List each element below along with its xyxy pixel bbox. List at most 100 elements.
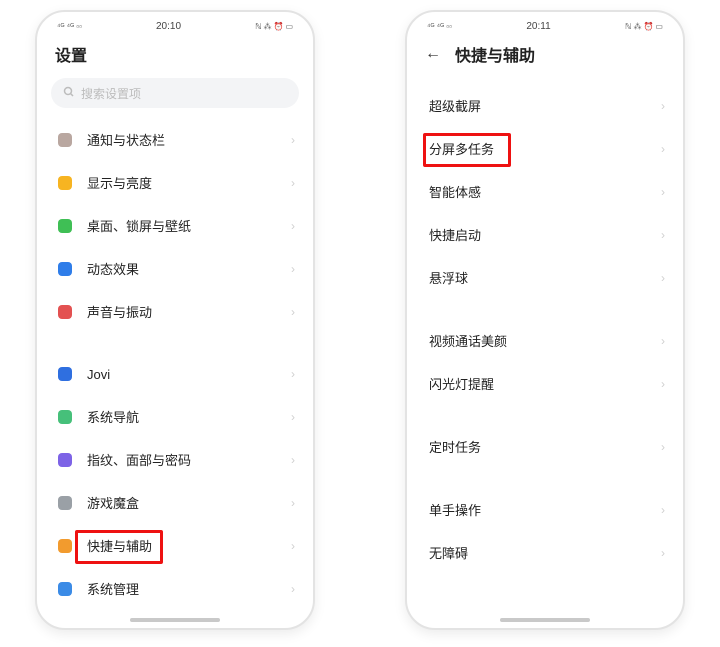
settings-item[interactable]: 游戏魔盒› — [43, 481, 307, 524]
home-indicator[interactable] — [500, 618, 590, 622]
settings-list: 通知与状态栏›显示与亮度›桌面、锁屏与壁纸›动态效果›声音与振动›Jovi›系统… — [37, 118, 313, 618]
status-time: 20:10 — [156, 21, 181, 32]
chevron-right-icon: › — [661, 271, 665, 285]
home-indicator[interactable] — [130, 618, 220, 622]
item-label: 系统管理 — [87, 579, 291, 598]
group-separator — [413, 468, 677, 488]
settings-item[interactable]: 智能体感› — [413, 170, 677, 213]
settings-item[interactable]: 单手操作› — [413, 488, 677, 531]
group-separator — [413, 405, 677, 425]
page-title: 设置 — [55, 42, 87, 66]
chevron-right-icon: › — [291, 582, 295, 596]
alarm-icon: ⏰ — [273, 22, 283, 31]
status-bar: ⁴ᴳ ⁴ᴳ ▫▫ 20:10 ℕ ⁂ ⏰ ▭ — [37, 12, 313, 36]
chevron-right-icon: › — [661, 228, 665, 242]
item-label: 动态效果 — [87, 259, 291, 278]
battery-icon: ▭ — [655, 22, 663, 31]
status-signal: ⁴ᴳ ⁴ᴳ ▫▫ — [427, 22, 452, 31]
chevron-right-icon: › — [661, 503, 665, 517]
settings-item[interactable]: 闪光灯提醒› — [413, 362, 677, 405]
item-label: 超级截屏 — [429, 96, 661, 115]
chevron-right-icon: › — [661, 334, 665, 348]
settings-item[interactable]: 超级截屏› — [413, 84, 677, 127]
nfc-icon: ℕ — [625, 22, 631, 31]
gear-icon — [53, 580, 77, 598]
group-separator — [413, 299, 677, 319]
group-separator — [43, 333, 307, 353]
search-placeholder: 搜索设置项 — [81, 85, 141, 102]
signal-icon: ⁴ᴳ ⁴ᴳ ▫▫ — [427, 22, 452, 31]
chevron-right-icon: › — [661, 546, 665, 560]
phone-right: ⁴ᴳ ⁴ᴳ ▫▫ 20:11 ℕ ⁂ ⏰ ▭ ← 快捷与辅助 超级截屏›分屏多任… — [405, 10, 685, 630]
item-label: 无障碍 — [429, 543, 661, 562]
status-bar: ⁴ᴳ ⁴ᴳ ▫▫ 20:11 ℕ ⁂ ⏰ ▭ — [407, 12, 683, 36]
chevron-right-icon: › — [291, 219, 295, 233]
search-input[interactable]: 搜索设置项 — [51, 78, 299, 108]
item-label: 单手操作 — [429, 500, 661, 519]
chevron-right-icon: › — [291, 496, 295, 510]
back-button[interactable]: ← — [425, 46, 441, 62]
item-label: 显示与亮度 — [87, 173, 291, 192]
chevron-right-icon: › — [661, 440, 665, 454]
settings-item[interactable]: 指纹、面部与密码› — [43, 438, 307, 481]
settings-item[interactable]: 系统导航› — [43, 395, 307, 438]
page-header: 设置 — [37, 36, 313, 72]
settings-item[interactable]: 显示与亮度› — [43, 161, 307, 204]
chevron-right-icon: › — [291, 305, 295, 319]
settings-item[interactable]: 快捷启动› — [413, 213, 677, 256]
settings-item[interactable]: 声音与振动› — [43, 290, 307, 333]
status-indicators: ℕ ⁂ ⏰ ▭ — [625, 22, 663, 31]
wallpaper-icon — [53, 217, 77, 235]
chevron-right-icon: › — [661, 99, 665, 113]
sound-icon — [53, 303, 77, 321]
motion-icon — [53, 260, 77, 278]
chevron-right-icon: › — [291, 539, 295, 553]
item-label: 闪光灯提醒 — [429, 374, 661, 393]
gamebox-icon — [53, 494, 77, 512]
settings-item[interactable]: Jovi› — [43, 353, 307, 395]
settings-list: 超级截屏›分屏多任务›智能体感›快捷启动›悬浮球›视频通话美颜›闪光灯提醒›定时… — [407, 84, 683, 618]
search-icon — [63, 86, 75, 101]
settings-item[interactable]: 动态效果› — [43, 247, 307, 290]
settings-item[interactable]: 通知与状态栏› — [43, 118, 307, 161]
battery-icon: ▭ — [285, 22, 293, 31]
status-signal: ⁴ᴳ ⁴ᴳ ▫▫ — [57, 22, 82, 31]
chevron-right-icon: › — [291, 453, 295, 467]
nav-icon — [53, 408, 77, 426]
signal-icon: ⁴ᴳ ⁴ᴳ ▫▫ — [57, 22, 82, 31]
chevron-right-icon: › — [291, 133, 295, 147]
phone-left: ⁴ᴳ ⁴ᴳ ▫▫ 20:10 ℕ ⁂ ⏰ ▭ 设置 搜索设置项 通知与状态栏›显… — [35, 10, 315, 630]
shortcut-icon — [53, 537, 77, 555]
settings-item[interactable]: 分屏多任务› — [413, 127, 677, 170]
settings-item[interactable]: 桌面、锁屏与壁纸› — [43, 204, 307, 247]
jovi-icon — [53, 365, 77, 383]
settings-item[interactable]: 悬浮球› — [413, 256, 677, 299]
page-title: 快捷与辅助 — [455, 42, 535, 66]
settings-item[interactable]: 定时任务› — [413, 425, 677, 468]
settings-item[interactable]: 快捷与辅助› — [43, 524, 307, 567]
bell-icon — [53, 131, 77, 149]
sun-icon — [53, 174, 77, 192]
status-time: 20:11 — [526, 21, 550, 32]
settings-item[interactable]: 视频通话美颜› — [413, 319, 677, 362]
item-label: 快捷与辅助 — [87, 536, 291, 555]
item-label: 快捷启动 — [429, 225, 661, 244]
page-header: ← 快捷与辅助 — [407, 36, 683, 72]
item-label: 系统导航 — [87, 407, 291, 426]
chevron-right-icon: › — [291, 176, 295, 190]
chevron-right-icon: › — [291, 262, 295, 276]
chevron-right-icon: › — [661, 142, 665, 156]
item-label: 桌面、锁屏与壁纸 — [87, 216, 291, 235]
chevron-right-icon: › — [661, 185, 665, 199]
settings-item[interactable]: 无障碍› — [413, 531, 677, 574]
chevron-right-icon: › — [661, 377, 665, 391]
fingerprint-icon — [53, 451, 77, 469]
nfc-icon: ℕ — [255, 22, 261, 31]
settings-item[interactable]: 系统管理› — [43, 567, 307, 610]
item-label: 定时任务 — [429, 437, 661, 456]
item-label: 分屏多任务 — [429, 139, 661, 158]
chevron-right-icon: › — [291, 367, 295, 381]
status-indicators: ℕ ⁂ ⏰ ▭ — [255, 22, 293, 31]
item-label: 视频通话美颜 — [429, 331, 661, 350]
item-label: 游戏魔盒 — [87, 493, 291, 512]
